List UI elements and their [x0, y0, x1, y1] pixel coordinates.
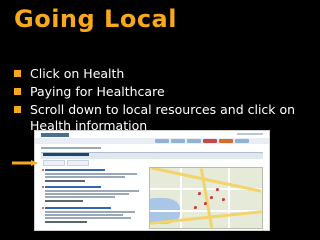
- result-text: [45, 211, 135, 213]
- result-text: [45, 217, 131, 219]
- site-nav-bar: [35, 138, 269, 144]
- nav-tab: [235, 139, 249, 143]
- square-bullet-icon: [14, 70, 21, 77]
- map-pin-icon: [222, 198, 225, 201]
- result-text: [45, 190, 139, 192]
- result-text: [45, 176, 125, 178]
- screenshot-top-bar: [35, 131, 269, 137]
- site-logo: [41, 133, 69, 137]
- result-text: [45, 221, 87, 223]
- nav-tab-highlighted: [203, 139, 217, 143]
- square-bullet-icon: [14, 88, 21, 95]
- bullet-text: Paying for Healthcare: [30, 84, 165, 99]
- nav-tab: [155, 139, 169, 143]
- bullet-text: Click on Health: [30, 66, 125, 81]
- map-pin-icon: [204, 202, 207, 205]
- result-text: [45, 180, 85, 182]
- map-pin-icon: [198, 192, 201, 195]
- map-pin-icon: [216, 188, 219, 191]
- pin-icon: [42, 169, 44, 171]
- result-text: [45, 214, 123, 216]
- result-text: [45, 193, 129, 195]
- nav-tab: [219, 139, 233, 143]
- section-header-text: [43, 153, 89, 156]
- results-list: [41, 167, 147, 227]
- breadcrumb: [41, 147, 101, 149]
- top-links: [237, 133, 263, 135]
- bullet-list: Click on Health Paying for Healthcare Sc…: [14, 66, 314, 136]
- result-text: [45, 196, 115, 198]
- bullet-item: Click on Health: [14, 66, 314, 82]
- map-road: [228, 168, 230, 228]
- pin-icon: [42, 186, 44, 188]
- result-text: [45, 173, 137, 175]
- result-tab: [43, 160, 65, 166]
- result-title: [45, 207, 111, 209]
- nav-tab: [187, 139, 201, 143]
- result-text: [45, 200, 83, 202]
- map-pin-icon: [194, 206, 197, 209]
- arrow-right-icon: [12, 160, 38, 166]
- nav-tab: [171, 139, 185, 143]
- result-title: [45, 169, 105, 171]
- map-panel: [149, 167, 263, 229]
- pin-icon: [42, 207, 44, 209]
- slide: Going Local Click on Health Paying for H…: [0, 0, 320, 240]
- result-tab: [67, 160, 89, 166]
- square-bullet-icon: [14, 106, 21, 113]
- result-title: [45, 186, 101, 188]
- slide-title: Going Local: [14, 5, 177, 33]
- embedded-screenshot: [34, 130, 270, 231]
- map-pin-icon: [210, 196, 213, 199]
- bullet-item: Paying for Healthcare: [14, 84, 314, 100]
